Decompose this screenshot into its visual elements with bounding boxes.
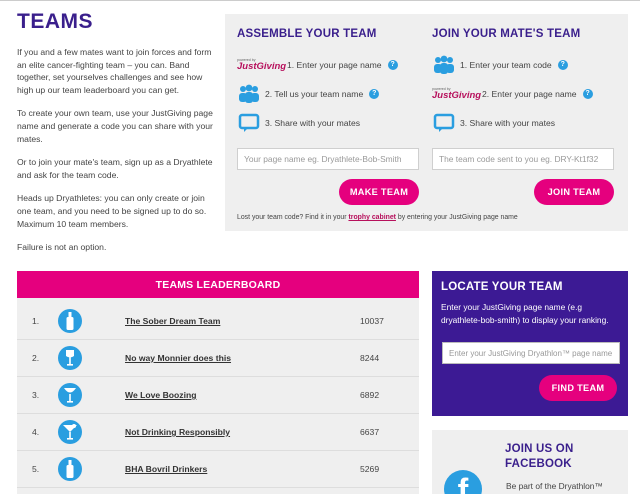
help-icon[interactable]: ?: [387, 59, 398, 70]
assemble-step-1-label: 1. Enter your page name: [287, 59, 382, 70]
speech-bubble-icon: [432, 112, 456, 134]
table-row: 4. Not Drinking Responsibly 6637: [17, 414, 419, 451]
assemble-step-3: 3. Share with your mates: [237, 108, 427, 137]
table-row: 5. BHA Bovril Drinkers 5269: [17, 451, 419, 488]
join-step-1: 1. Enter your team code ?: [432, 50, 622, 79]
join-step-2-label: 2. Enter your page name: [482, 88, 577, 99]
page-name-search-input[interactable]: Enter your JustGiving Dryathlon™ page na…: [442, 342, 620, 364]
team-name-link[interactable]: We Love Boozing: [125, 390, 196, 400]
cocktail-glass-icon: [58, 420, 82, 444]
people-icon: [237, 83, 261, 105]
locate-team-title: LOCATE YOUR TEAM: [441, 281, 563, 293]
rank: 3.: [32, 390, 40, 400]
page-name-input[interactable]: Your page name eg. Dryathlete-Bob-Smith: [237, 148, 419, 170]
page-title: TEAMS: [17, 10, 93, 33]
team-score: 6637: [360, 427, 380, 437]
help-icon[interactable]: ?: [369, 88, 380, 99]
wine-glass-icon: [58, 346, 82, 370]
table-row: 1. The Sober Dream Team 10037: [17, 303, 419, 340]
wine-glass-icon: [58, 383, 82, 407]
facebook-panel: f JOIN US ON FACEBOOK Be part of the Dry…: [432, 430, 628, 494]
join-team-title: JOIN YOUR MATE'S TEAM: [432, 28, 581, 40]
team-code-input[interactable]: The team code sent to you eg. DRY-Kt1f32: [432, 148, 614, 170]
table-row: 3. We Love Boozing 6892: [17, 377, 419, 414]
join-step-1-label: 1. Enter your team code: [460, 59, 552, 70]
join-step-3: 3. Share with your mates: [432, 108, 622, 137]
intro-section: TEAMS If you and a few mates want to joi…: [17, 10, 217, 265]
team-actions-panel: ASSEMBLE YOUR TEAM powered by JustGiving…: [225, 14, 628, 231]
people-icon: [432, 54, 456, 76]
justgiving-logo: powered by JustGiving: [432, 86, 482, 101]
facebook-icon[interactable]: f: [444, 470, 482, 494]
find-team-button[interactable]: FIND TEAM: [539, 375, 617, 401]
team-score: 5269: [360, 464, 380, 474]
intro-paragraph-2: To create your own team, use your JustGi…: [17, 108, 213, 144]
join-step-2: powered by JustGiving 2. Enter your page…: [432, 79, 622, 108]
leaderboard-title: TEAMS LEADERBOARD: [17, 271, 419, 298]
rank: 2.: [32, 353, 40, 363]
intro-paragraph-5: Failure is not an option.: [17, 242, 107, 253]
teams-leaderboard: TEAMS LEADERBOARD 1. The Sober Dream Tea…: [17, 271, 419, 494]
table-row: 2. No way Monnier does this 8244: [17, 340, 419, 377]
facebook-subtitle: Be part of the Dryathlon™: [506, 481, 603, 491]
team-name-link[interactable]: Not Drinking Responsibly: [125, 427, 230, 437]
intro-paragraph-4: Heads up Dryathletes: you can only creat…: [17, 193, 207, 229]
team-name-link[interactable]: No way Monnier does this: [125, 353, 231, 363]
lost-code-note: Lost your team code? Find it in your tro…: [237, 214, 518, 221]
assemble-step-2-label: 2. Tell us your team name: [265, 88, 364, 99]
intro-paragraph-1: If you and a few mates want to join forc…: [17, 47, 212, 95]
speech-bubble-icon: [237, 112, 261, 134]
assemble-team-column: ASSEMBLE YOUR TEAM powered by JustGiving…: [237, 14, 427, 137]
make-team-button[interactable]: MAKE TEAM: [339, 179, 419, 205]
assemble-step-3-label: 3. Share with your mates: [265, 117, 361, 128]
rank: 4.: [32, 427, 40, 437]
intro-paragraph-3: Or to join your mate's team, sign up as …: [17, 157, 213, 180]
join-step-3-label: 3. Share with your mates: [460, 117, 556, 128]
assemble-step-1: powered by JustGiving 1. Enter your page…: [237, 50, 427, 79]
locate-team-text: Enter your JustGiving page name (e.g dry…: [441, 302, 609, 325]
rank: 5.: [32, 464, 40, 474]
join-team-column: JOIN YOUR MATE'S TEAM 1. Enter your team…: [432, 14, 622, 137]
team-name-link[interactable]: The Sober Dream Team: [125, 316, 220, 326]
join-team-button[interactable]: JOIN TEAM: [534, 179, 614, 205]
facebook-title[interactable]: JOIN US ON FACEBOOK: [505, 442, 615, 472]
top-divider: [0, 0, 640, 1]
team-score: 10037: [360, 316, 384, 326]
bottle-icon: [58, 457, 82, 481]
team-score: 8244: [360, 353, 380, 363]
trophy-cabinet-link[interactable]: trophy cabinet: [348, 214, 395, 221]
help-icon[interactable]: ?: [582, 88, 593, 99]
team-score: 6892: [360, 390, 380, 400]
help-icon[interactable]: ?: [557, 59, 568, 70]
assemble-step-2: 2. Tell us your team name ?: [237, 79, 427, 108]
team-name-link[interactable]: BHA Bovril Drinkers: [125, 464, 207, 474]
rank: 1.: [32, 316, 40, 326]
justgiving-logo: powered by JustGiving: [237, 57, 287, 72]
bottle-icon: [58, 309, 82, 333]
assemble-team-title: ASSEMBLE YOUR TEAM: [237, 28, 377, 40]
locate-team-panel: LOCATE YOUR TEAM Enter your JustGiving p…: [432, 271, 628, 416]
